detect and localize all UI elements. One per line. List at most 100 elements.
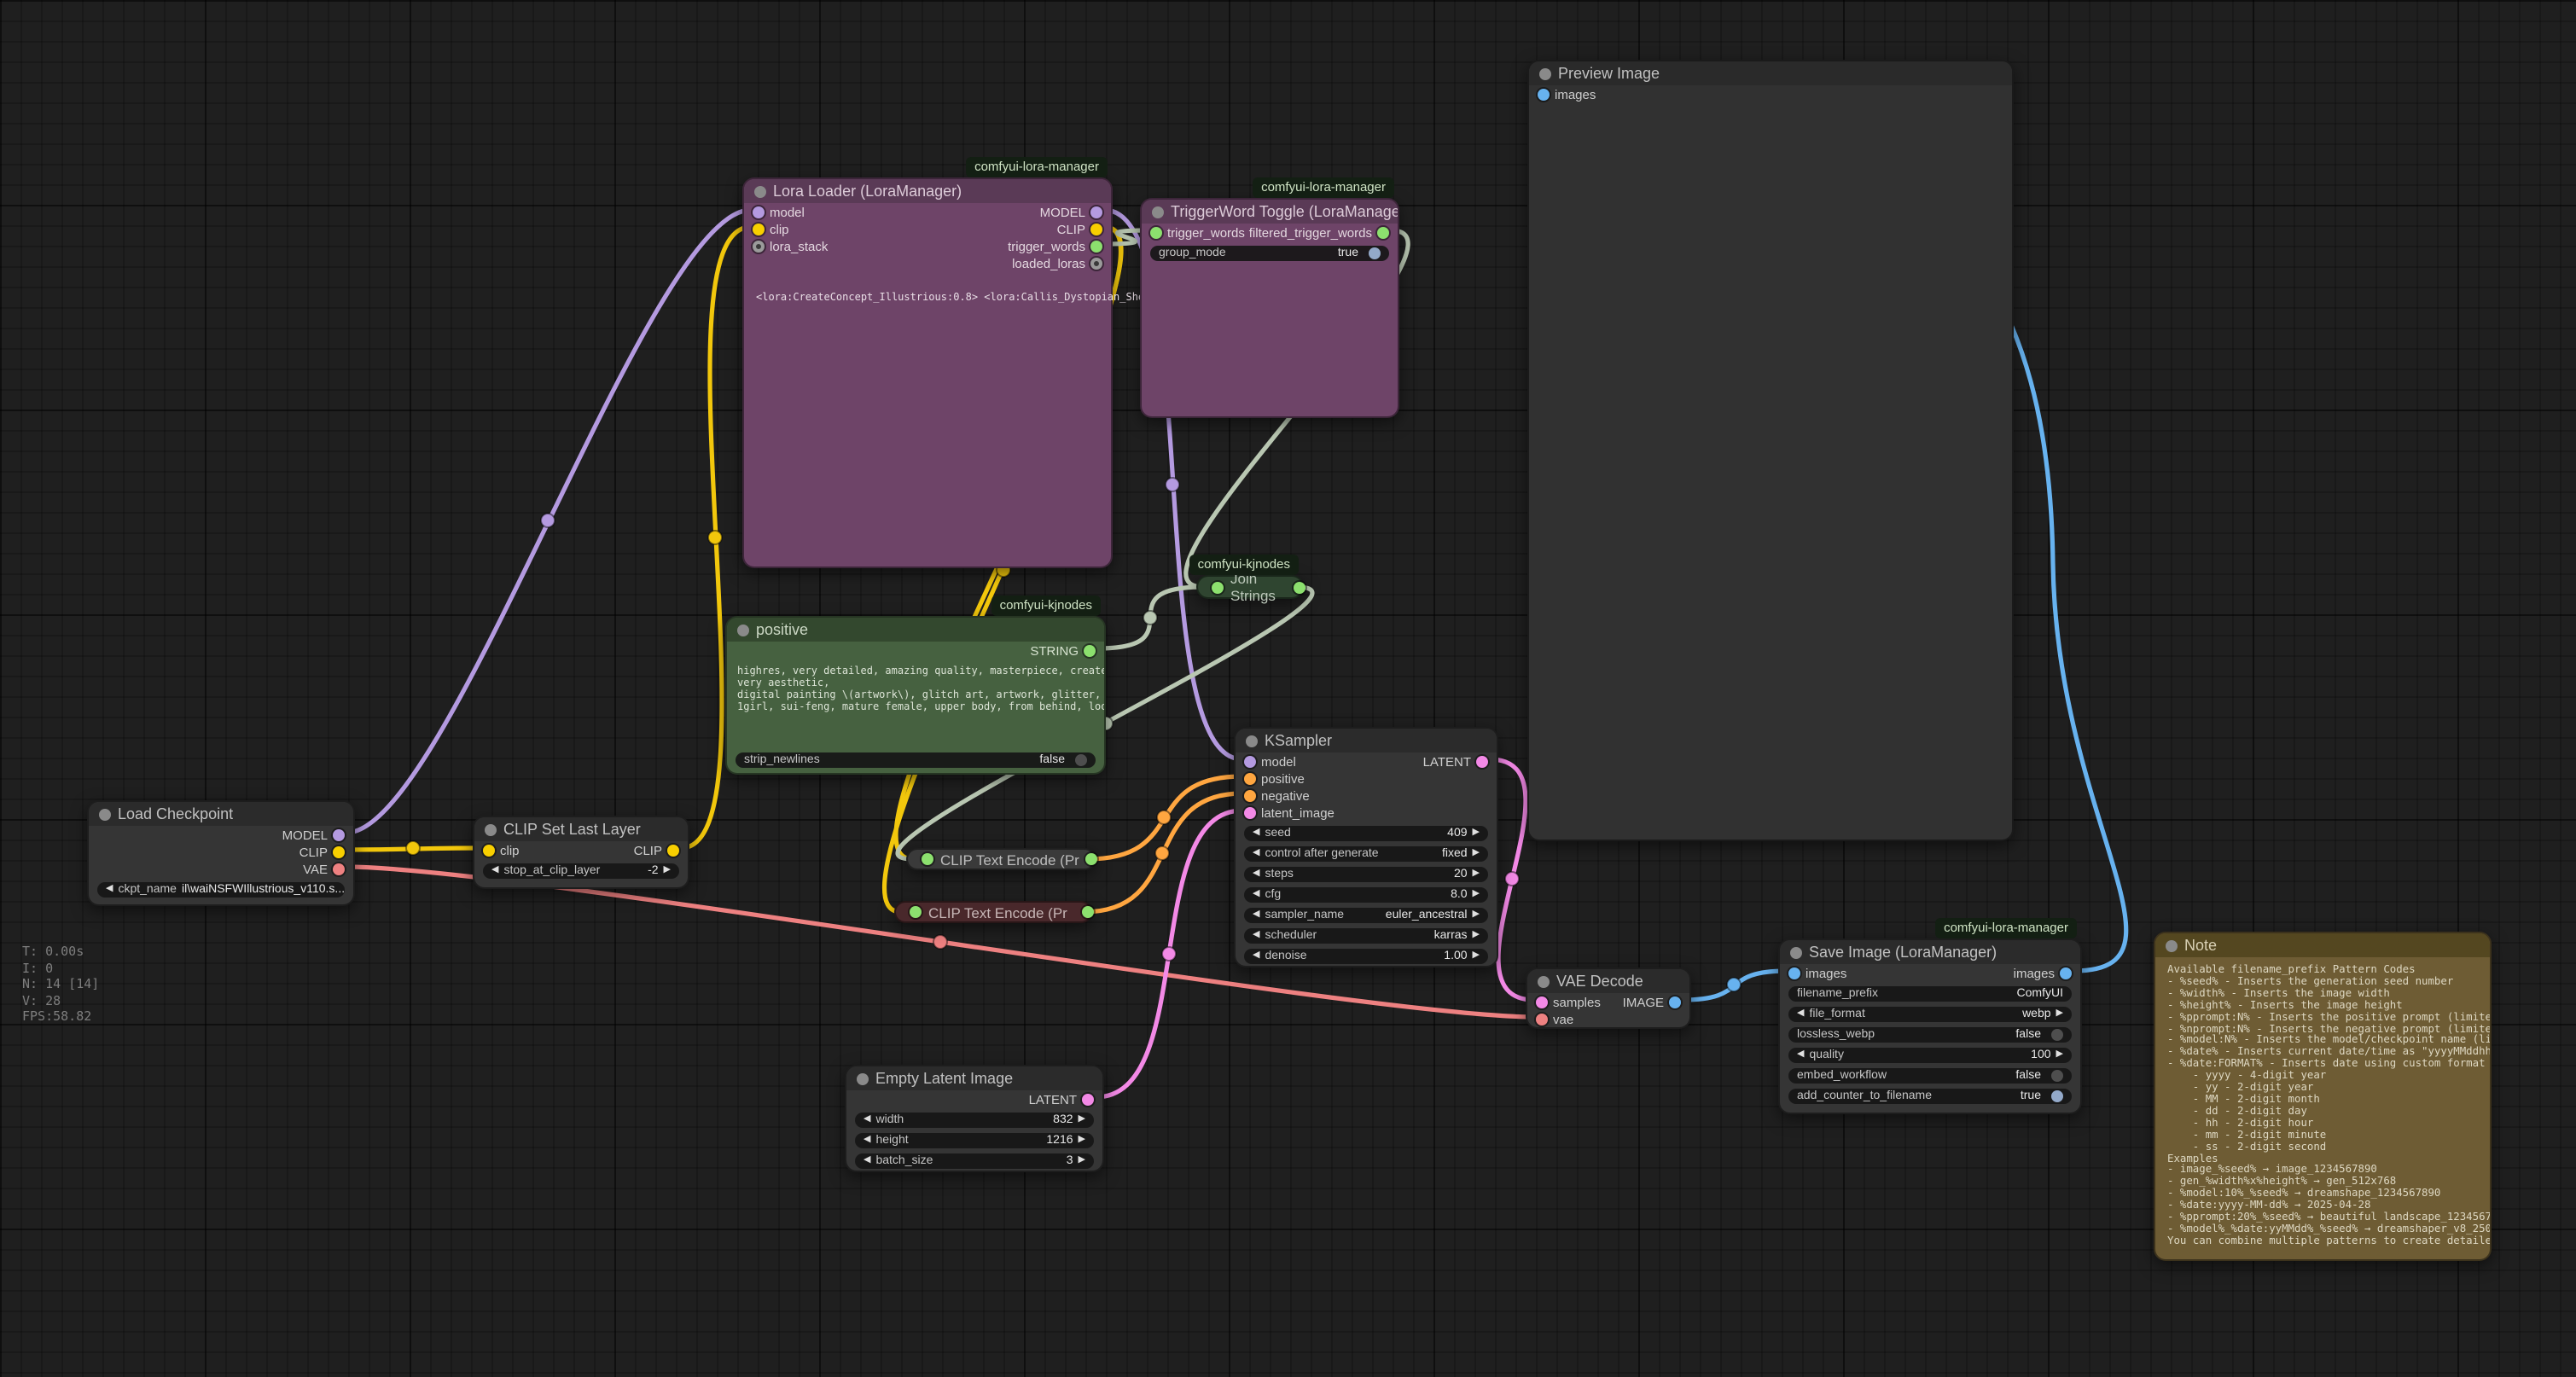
prompt-text[interactable]: highres, very detailed, amazing quality,… (727, 665, 1104, 713)
increment-arrow-icon[interactable]: ▶ (1473, 931, 1480, 941)
increment-arrow-icon[interactable]: ▶ (1473, 910, 1480, 921)
collapsed-input-dot[interactable] (910, 906, 922, 918)
port-images-input[interactable]: images (1788, 965, 1846, 980)
node-positive[interactable]: comfyui-kjnodespositiveSTRINGhighres, ve… (725, 616, 1106, 775)
collapsed-output-dot[interactable] (1294, 581, 1305, 593)
port-clip-input-dot[interactable] (483, 844, 495, 856)
decrement-arrow-icon[interactable]: ◀ (1253, 951, 1259, 962)
port-IMAGE-output-dot[interactable] (1669, 996, 1681, 1008)
node-clip-set-last-layer[interactable]: CLIP Set Last LayerclipCLIP◀stop_at_clip… (473, 816, 689, 889)
port-CLIP-output[interactable]: CLIP (1057, 221, 1102, 236)
port-trigger_words-input[interactable]: trigger_words (1150, 224, 1245, 240)
port-lora_stack-input-dot[interactable] (753, 240, 765, 252)
decrement-arrow-icon[interactable]: ◀ (1797, 1050, 1804, 1060)
widget-height[interactable]: ◀height1216▶ (855, 1132, 1094, 1148)
port-vae-input-dot[interactable] (1536, 1013, 1548, 1025)
node-graph-canvas[interactable]: Load CheckpointMODELCLIPVAE◀ckpt_nameil\… (0, 0, 2576, 1377)
widget-cfg[interactable]: ◀cfg8.0▶ (1244, 886, 1488, 903)
node-save-image[interactable]: comfyui-lora-managerSave Image (LoraMana… (1778, 938, 2082, 1114)
port-images-input-dot[interactable] (1538, 88, 1550, 100)
increment-arrow-icon[interactable]: ▶ (1079, 1136, 1085, 1146)
node-titlebar[interactable]: Note (2155, 933, 2490, 957)
collapse-dot-icon[interactable] (1539, 67, 1551, 79)
widget-file_format[interactable]: ◀file_formatwebp▶ (1788, 1006, 2072, 1022)
toggle-knob[interactable] (1369, 247, 1381, 259)
port-clip-input-dot[interactable] (753, 223, 765, 235)
port-filtered_trigger_words-output[interactable]: filtered_trigger_words (1249, 224, 1389, 240)
port-model-input[interactable]: model (1244, 753, 1296, 769)
node-titlebar[interactable]: positive (727, 618, 1104, 642)
port-model-input[interactable]: model (753, 204, 805, 219)
port-IMAGE-output[interactable]: IMAGE (1623, 994, 1681, 1009)
increment-arrow-icon[interactable]: ▶ (1079, 1115, 1085, 1125)
collapse-dot-icon[interactable] (1246, 735, 1258, 747)
port-STRING-output-dot[interactable] (1084, 644, 1096, 656)
collapsed-input-dot[interactable] (922, 853, 933, 865)
collapse-dot-icon[interactable] (485, 823, 497, 835)
port-MODEL-output[interactable]: MODEL (282, 827, 345, 842)
port-images-input-dot[interactable] (1788, 967, 1800, 979)
port-MODEL-output-dot[interactable] (333, 828, 345, 840)
port-filtered_trigger_words-output-dot[interactable] (1377, 226, 1389, 238)
widget-ckpt_name[interactable]: ◀ckpt_nameil\waiNSFWIllustrious_v110.s..… (97, 881, 345, 898)
node-note[interactable]: NoteAvailable filename_prefix Pattern Co… (2154, 932, 2492, 1261)
node-clip-text-encode-pos[interactable]: CLIP Text Encode (Pr (906, 848, 1096, 870)
port-latent_image-input-dot[interactable] (1244, 806, 1256, 818)
widget-stop_at_clip_layer[interactable]: ◀stop_at_clip_layer-2▶ (483, 863, 679, 879)
port-loaded_loras-output-dot[interactable] (1090, 257, 1102, 269)
collapse-dot-icon[interactable] (754, 185, 766, 197)
decrement-arrow-icon[interactable]: ◀ (864, 1136, 870, 1146)
collapse-dot-icon[interactable] (857, 1072, 869, 1084)
collapse-dot-icon[interactable] (737, 624, 749, 636)
widget-lossless_webp[interactable]: lossless_webpfalse (1788, 1026, 2072, 1043)
decrement-arrow-icon[interactable]: ◀ (1797, 1009, 1804, 1020)
increment-arrow-icon[interactable]: ▶ (664, 866, 671, 876)
port-trigger_words-input-dot[interactable] (1150, 226, 1162, 238)
port-CLIP-output-dot[interactable] (333, 845, 345, 857)
port-VAE-output[interactable]: VAE (303, 861, 345, 876)
port-CLIP-output[interactable]: CLIP (634, 842, 679, 857)
increment-arrow-icon[interactable]: ▶ (1473, 951, 1480, 962)
widget-width[interactable]: ◀width832▶ (855, 1112, 1094, 1128)
increment-arrow-icon[interactable]: ▶ (2056, 1009, 2063, 1020)
port-CLIP-output-dot[interactable] (1090, 223, 1102, 235)
collapsed-output-dot[interactable] (1085, 853, 1097, 865)
port-positive-input-dot[interactable] (1244, 772, 1256, 784)
node-titlebar[interactable]: Preview Image (1529, 61, 2012, 85)
collapse-dot-icon[interactable] (1790, 946, 1802, 958)
node-load-checkpoint[interactable]: Load CheckpointMODELCLIPVAE◀ckpt_nameil\… (87, 800, 355, 906)
port-positive-input[interactable]: positive (1244, 770, 1305, 786)
port-LATENT-output[interactable]: LATENT (1423, 753, 1488, 769)
widget-scheduler[interactable]: ◀schedulerkarras▶ (1244, 927, 1488, 944)
port-images-output-dot[interactable] (2060, 967, 2072, 979)
collapsed-output-dot[interactable] (1082, 906, 1094, 918)
widget-embed_workflow[interactable]: embed_workflowfalse (1788, 1067, 2072, 1084)
node-titlebar[interactable]: TriggerWord Toggle (LoraManager) (1142, 200, 1398, 224)
collapse-dot-icon[interactable] (1152, 206, 1164, 218)
port-model-input-dot[interactable] (1244, 755, 1256, 767)
node-clip-text-encode-neg[interactable]: CLIP Text Encode (Pr (894, 901, 1092, 923)
node-titlebar[interactable]: CLIP Set Last Layer (474, 817, 688, 841)
port-trigger_words-output[interactable]: trigger_words (1008, 238, 1102, 253)
node-lora-loader[interactable]: comfyui-lora-managerLora Loader (LoraMan… (742, 177, 1113, 568)
node-triggerword-toggle[interactable]: comfyui-lora-managerTriggerWord Toggle (… (1140, 198, 1399, 418)
node-titlebar[interactable]: Save Image (LoraManager) (1780, 940, 2080, 964)
decrement-arrow-icon[interactable]: ◀ (1253, 849, 1259, 859)
node-titlebar[interactable]: VAE Decode (1527, 969, 1689, 993)
port-images-input[interactable]: images (1538, 86, 1596, 102)
widget-seed[interactable]: ◀seed409▶ (1244, 825, 1488, 841)
port-negative-input-dot[interactable] (1244, 789, 1256, 801)
decrement-arrow-icon[interactable]: ◀ (864, 1115, 870, 1125)
decrement-arrow-icon[interactable]: ◀ (1253, 890, 1259, 900)
port-latent_image-input[interactable]: latent_image (1244, 805, 1335, 820)
widget-add_counter_to_filename[interactable]: add_counter_to_filenametrue (1788, 1088, 2072, 1104)
decrement-arrow-icon[interactable]: ◀ (491, 866, 498, 876)
port-MODEL-output[interactable]: MODEL (1040, 204, 1102, 219)
port-LATENT-output[interactable]: LATENT (1029, 1091, 1094, 1107)
port-LATENT-output-dot[interactable] (1476, 755, 1488, 767)
decrement-arrow-icon[interactable]: ◀ (1253, 828, 1259, 839)
node-titlebar[interactable]: Empty Latent Image (846, 1066, 1102, 1090)
port-model-input-dot[interactable] (753, 206, 765, 218)
decrement-arrow-icon[interactable]: ◀ (1253, 910, 1259, 921)
node-ksampler[interactable]: KSamplermodelLATENTpositivenegativelaten… (1234, 727, 1498, 967)
